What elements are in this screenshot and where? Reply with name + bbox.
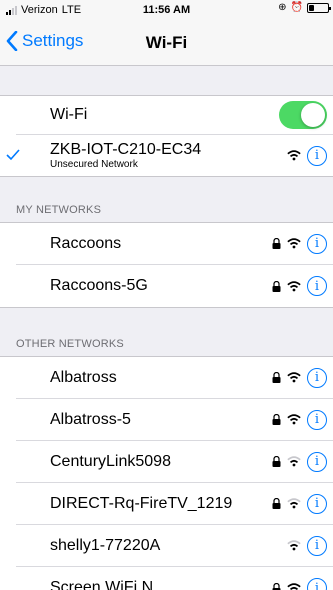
wifi-icon: [287, 498, 301, 509]
wifi-icon: [287, 540, 301, 551]
info-icon[interactable]: i: [307, 493, 327, 514]
alarm-icon: ⏰: [290, 2, 303, 13]
network-row[interactable]: DIRECT-Rq-FireTV_1219 i: [16, 483, 333, 525]
wifi-icon: [287, 372, 301, 383]
wifi-icon: [287, 456, 301, 467]
wifi-icon: [287, 280, 301, 291]
network-row[interactable]: shelly1-77220A i: [16, 525, 333, 567]
rotation-lock-icon: ⊕: [278, 2, 287, 13]
network-row[interactable]: Screen WiFi N... i: [16, 567, 333, 590]
lock-icon: [272, 498, 281, 509]
page-title: Wi-Fi: [145, 33, 188, 52]
network-row[interactable]: Raccoons i: [16, 223, 333, 265]
wifi-icon: [287, 414, 301, 425]
lock-icon: [272, 238, 281, 249]
lock-icon: [272, 372, 281, 383]
network-name: Raccoons-5G: [50, 277, 148, 294]
status-bar: Verizon LTE 11:56 AM ⊕ ⏰: [0, 0, 333, 20]
info-icon[interactable]: i: [307, 233, 327, 254]
connected-network-row[interactable]: ZKB-IOT-C210-EC34 Unsecured Network i: [6, 135, 333, 176]
other-networks-group: Albatross i Albatross-5 i CenturyLink509…: [0, 356, 333, 590]
info-icon[interactable]: i: [307, 451, 327, 472]
network-name: Screen WiFi N...: [50, 579, 167, 590]
lock-icon: [272, 280, 281, 292]
network-name: Raccoons: [50, 234, 122, 252]
checkmark-icon: [6, 149, 20, 161]
network-name: CenturyLink5098: [50, 452, 171, 470]
status-right: ⊕ ⏰: [278, 2, 331, 13]
connected-network-name: ZKB-IOT-C210-EC34: [50, 141, 202, 158]
network-row[interactable]: CenturyLink5098 i: [16, 441, 333, 483]
network-name: Albatross: [50, 368, 117, 386]
lock-icon: [272, 582, 281, 590]
wifi-group: Wi-Fi ZKB-IOT-C210-EC34 Unsecured Networ…: [0, 95, 333, 177]
network-row[interactable]: Raccoons-5G i: [16, 265, 333, 307]
network-name: Albatross-5: [50, 410, 131, 428]
wifi-icon: [287, 150, 301, 161]
info-icon[interactable]: i: [307, 535, 327, 556]
connected-network-subtitle: Unsecured Network: [50, 159, 138, 170]
my-networks-group: Raccoons i Raccoons-5G i: [0, 222, 333, 308]
navigation-bar: Settings Wi-Fi: [0, 20, 333, 66]
info-icon[interactable]: i: [307, 367, 327, 388]
my-networks-header: MY NETWORKS: [16, 204, 102, 216]
toggle-knob: [301, 103, 325, 127]
lock-icon: [272, 414, 281, 425]
info-icon[interactable]: i: [307, 276, 327, 296]
network-name: DIRECT-Rq-FireTV_1219: [50, 494, 233, 512]
wifi-label: Wi-Fi: [50, 106, 88, 123]
info-icon[interactable]: i: [307, 145, 327, 166]
other-networks-header: OTHER NETWORKS: [16, 338, 124, 350]
wifi-toggle[interactable]: [279, 101, 327, 129]
battery-icon: [307, 3, 331, 13]
network-row[interactable]: Albatross i: [16, 357, 333, 399]
wifi-icon: [287, 238, 301, 249]
lock-icon: [272, 456, 281, 467]
info-icon[interactable]: i: [307, 578, 327, 590]
info-icon[interactable]: i: [307, 409, 327, 430]
network-row[interactable]: Albatross-5 i: [16, 399, 333, 441]
wifi-icon: [287, 582, 301, 590]
wifi-toggle-row: Wi-Fi: [16, 96, 333, 135]
network-name: shelly1-77220A: [50, 536, 161, 554]
